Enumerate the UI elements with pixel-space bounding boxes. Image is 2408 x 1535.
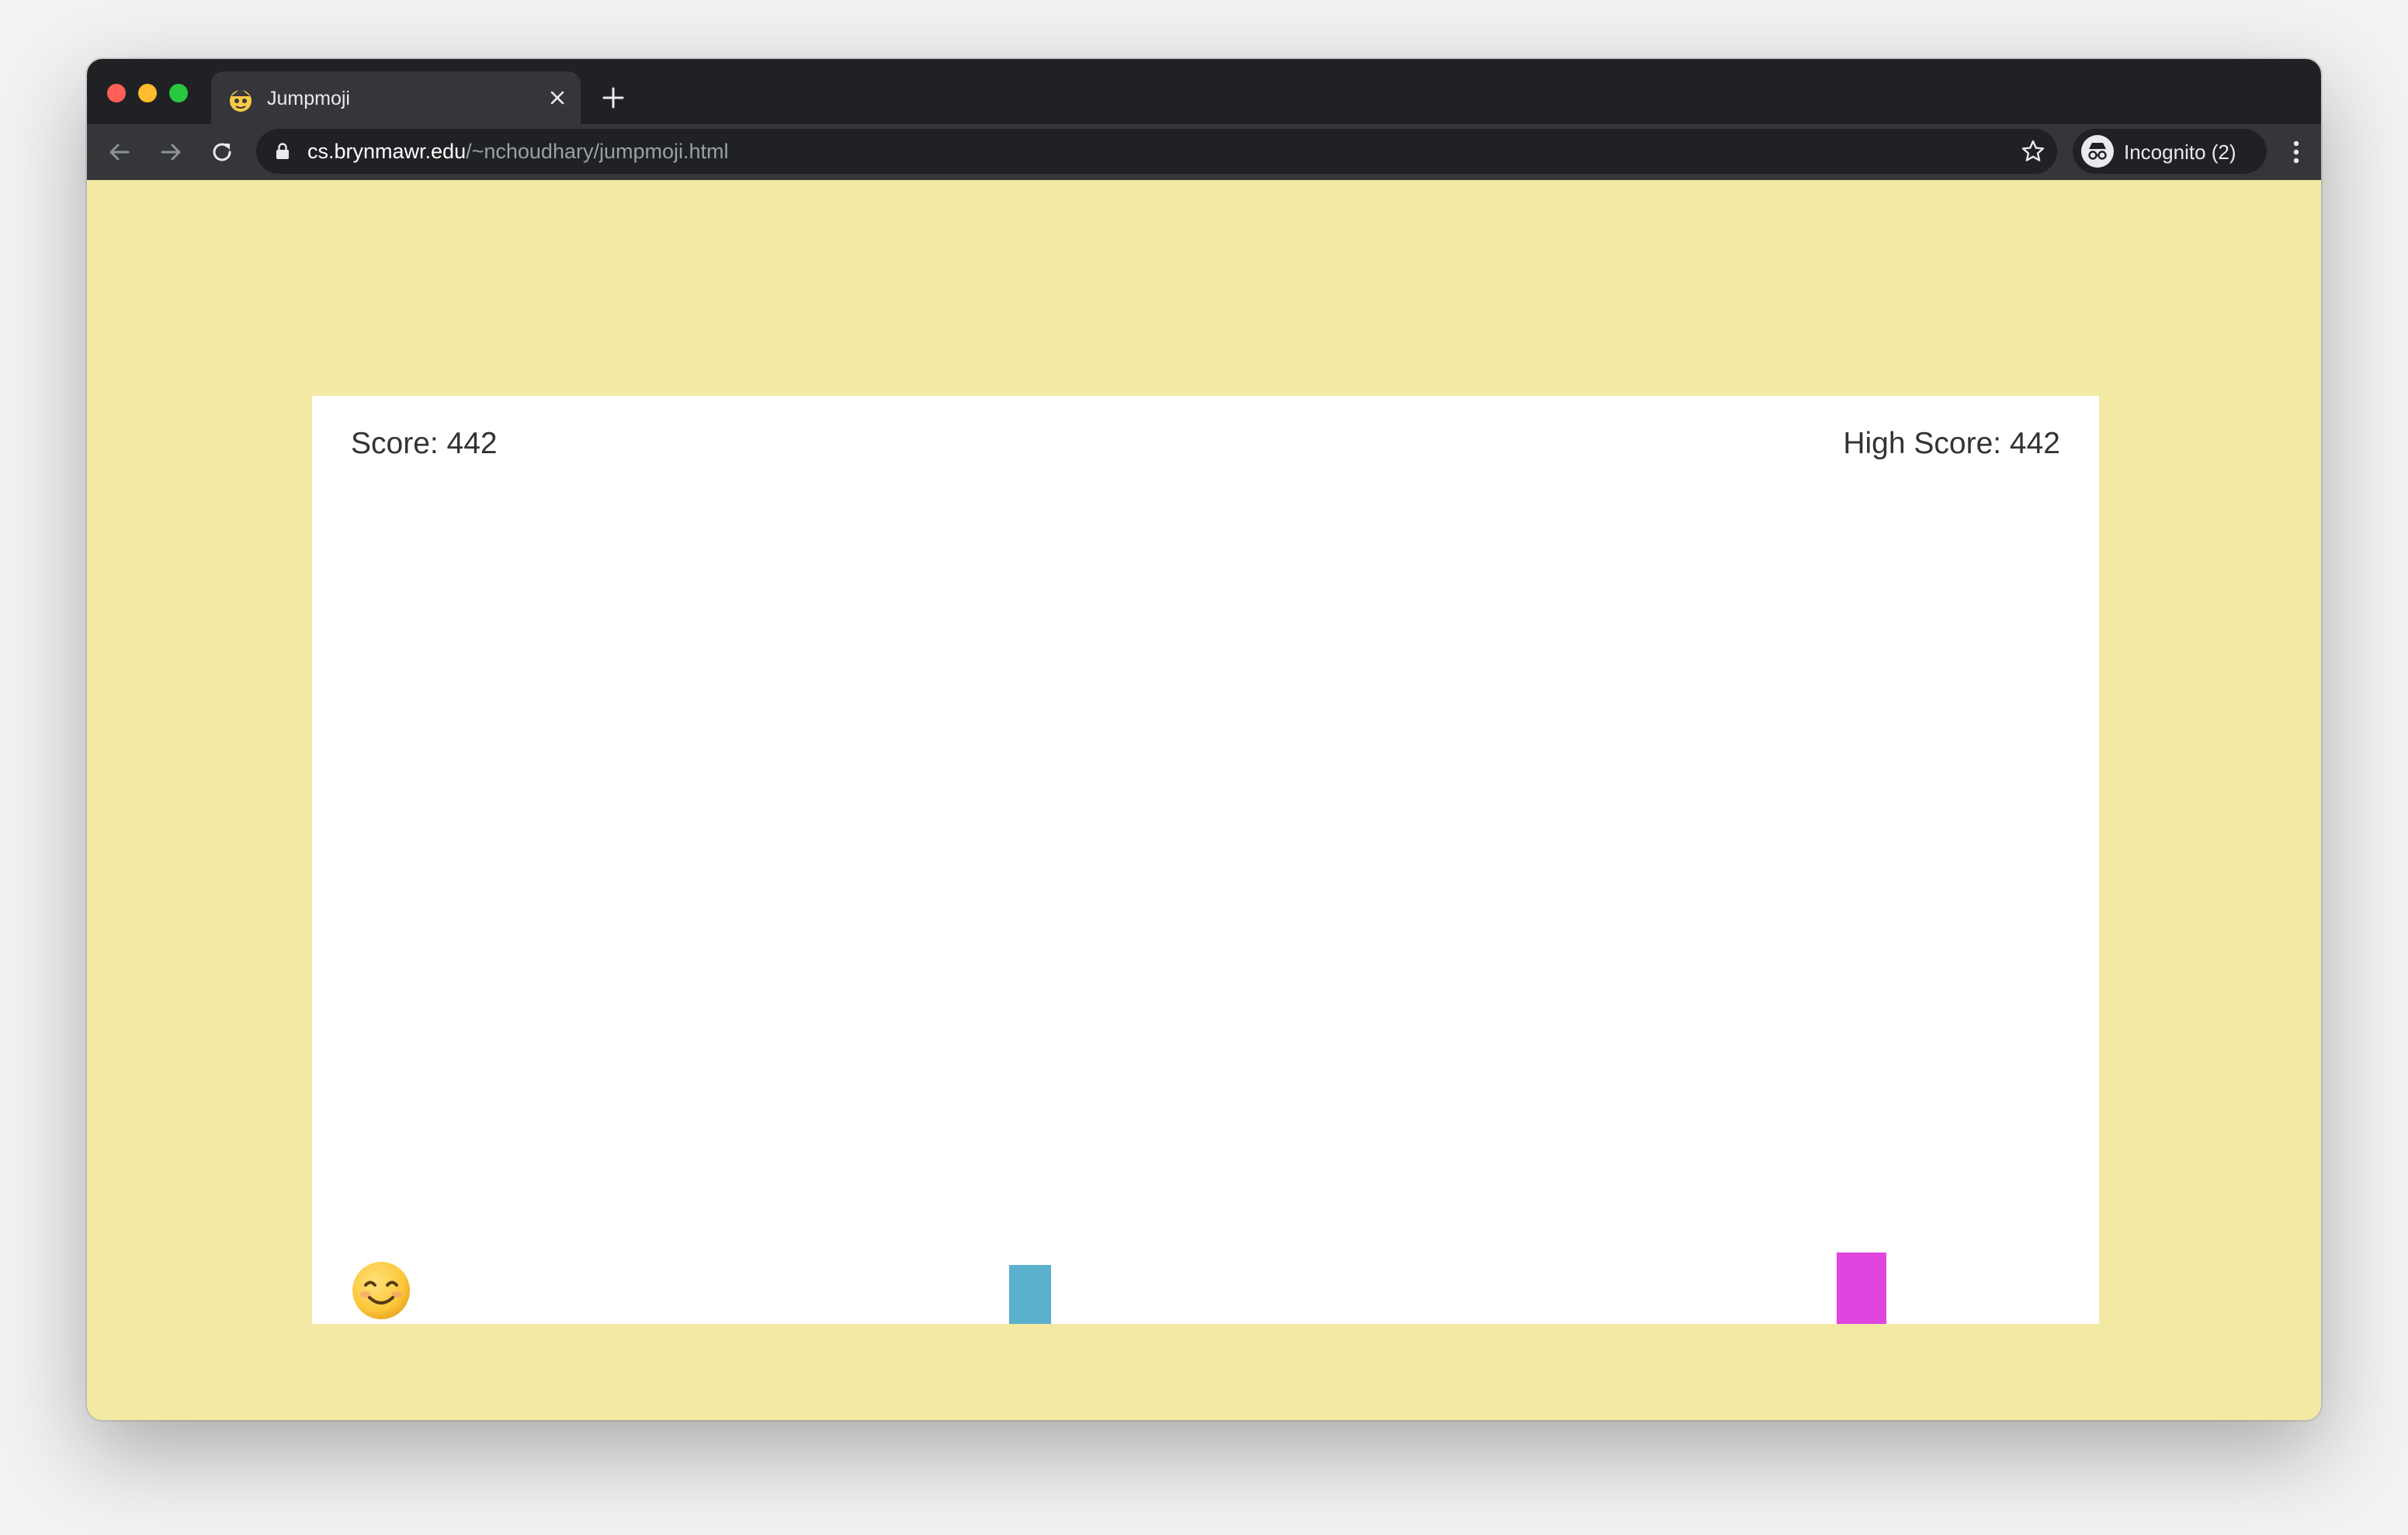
high-score-text: High Score: 442 xyxy=(1843,427,2060,460)
maximize-window-button[interactable] xyxy=(169,84,188,102)
active-tab[interactable]: Jumpmoji xyxy=(211,71,581,124)
tab-close-icon[interactable] xyxy=(545,85,570,110)
star-icon[interactable] xyxy=(2020,138,2046,165)
incognito-label: Incognito (2) xyxy=(2124,140,2236,164)
forward-arrow-icon[interactable] xyxy=(155,137,186,168)
obstacle-block xyxy=(1837,1253,1886,1324)
close-window-button[interactable] xyxy=(107,84,126,102)
url-host: cs.brynmawr.edu xyxy=(307,140,467,163)
browser-toolbar: cs.brynmawr.edu/~nchoudhary/jumpmoji.htm… xyxy=(87,124,2321,180)
url-path: /~nchoudhary/jumpmoji.html xyxy=(466,140,729,163)
game-canvas[interactable]: Score: 442 High Score: 442 xyxy=(312,396,2099,1324)
smiling-face-emoji-icon xyxy=(352,1262,410,1319)
tab-strip: Jumpmoji xyxy=(87,59,2321,124)
new-tab-plus-icon[interactable] xyxy=(599,84,627,112)
score-text: Score: 442 xyxy=(351,427,498,460)
url-text: cs.brynmawr.edu/~nchoudhary/jumpmoji.htm… xyxy=(307,140,729,164)
more-menu-icon[interactable] xyxy=(2287,137,2306,168)
page-content: Score: 442 High Score: 442 xyxy=(87,180,2321,1420)
incognito-profile-button[interactable]: Incognito (2) xyxy=(2073,129,2267,174)
back-arrow-icon[interactable] xyxy=(104,137,135,168)
favicon-icon xyxy=(230,88,252,112)
browser-window: Jumpmoji cs.brynmawr.edu/~nchoudhary/jum… xyxy=(87,59,2321,1420)
incognito-icon xyxy=(2081,135,2114,168)
minimize-window-button[interactable] xyxy=(138,84,157,102)
reload-icon[interactable] xyxy=(206,137,238,168)
lock-icon xyxy=(276,143,289,159)
obstacle-block xyxy=(1009,1265,1051,1324)
tab-title: Jumpmoji xyxy=(267,88,350,109)
address-bar[interactable]: cs.brynmawr.edu/~nchoudhary/jumpmoji.htm… xyxy=(256,129,2057,174)
